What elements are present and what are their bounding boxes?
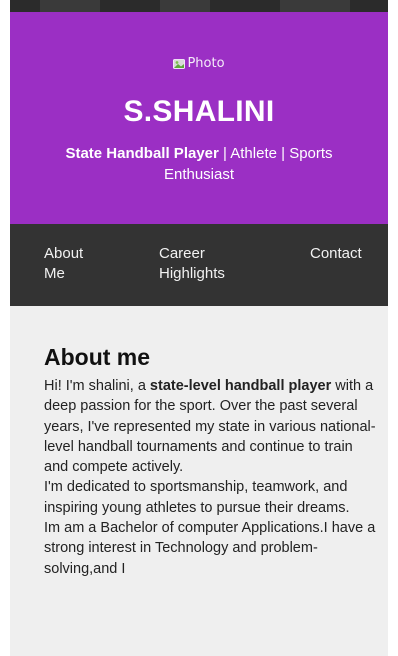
about-text-bold: state-level handball player bbox=[149, 378, 332, 394]
nav-link-career-highlights[interactable]: Career Highlights bbox=[159, 244, 249, 284]
top-image-strip bbox=[10, 0, 388, 12]
about-section: About me Hi! I'm shalini, a state-level … bbox=[10, 306, 388, 656]
profile-tagline: State Handball Player | Athlete | Sports… bbox=[32, 143, 366, 185]
broken-image-icon bbox=[173, 58, 186, 69]
strip-segment bbox=[280, 0, 350, 12]
photo-alt-text: Photo bbox=[187, 56, 225, 71]
about-heading: About me bbox=[44, 344, 151, 370]
main-nav: About Me Career Highlights Contact bbox=[10, 224, 388, 306]
about-paragraph: I'm dedicated to sportsmanship, teamwork… bbox=[44, 479, 350, 516]
about-paragraph: Im am a Bachelor of computer Application… bbox=[44, 520, 376, 577]
nav-link-contact[interactable]: Contact bbox=[310, 244, 380, 264]
profile-photo: Photo bbox=[10, 56, 388, 71]
about-text: Hi! I'm shalini, a bbox=[44, 378, 150, 394]
strip-segment bbox=[40, 0, 100, 12]
nav-link-about-me[interactable]: About Me bbox=[44, 244, 104, 284]
page: Photo S.SHALINI State Handball Player | … bbox=[0, 0, 398, 656]
about-body: Hi! I'm shalini, a state-level handball … bbox=[44, 376, 380, 579]
about-paragraph: Hi! I'm shalini, a state-level handball … bbox=[44, 376, 380, 477]
tagline-bold: State Handball Player bbox=[65, 145, 219, 162]
profile-name: S.SHALINI bbox=[123, 95, 275, 128]
strip-segment bbox=[160, 0, 210, 12]
hero-header: Photo S.SHALINI State Handball Player | … bbox=[10, 12, 388, 224]
